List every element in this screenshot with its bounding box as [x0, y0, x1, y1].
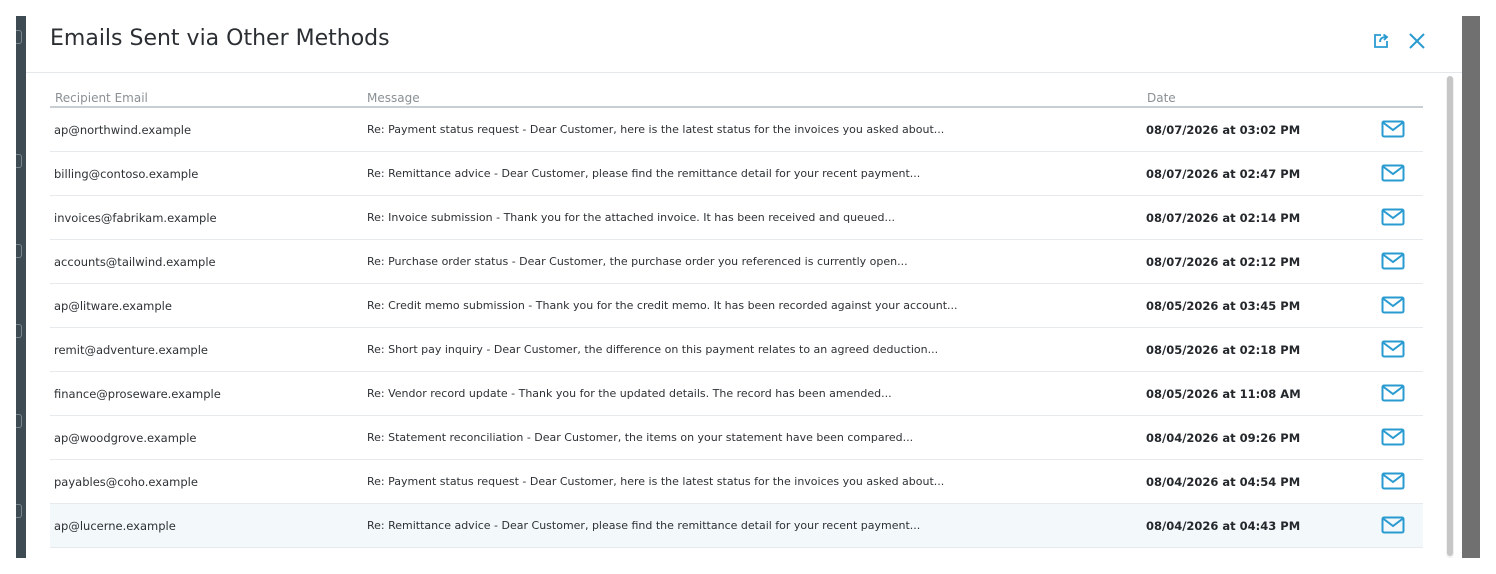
mail-icon [1381, 164, 1405, 182]
table-row[interactable]: remit@adventure.example Re: Short pay inq… [50, 328, 1423, 372]
date-cell: 08/07/2026 at 02:14 PM [1146, 211, 1301, 225]
message-cell: Re: Credit memo submission - Thank you f… [367, 299, 958, 312]
recipient-email-cell: ap@northwind.example [54, 123, 192, 137]
recipient-email-cell: finance@proseware.example [54, 387, 221, 401]
mail-icon [1381, 340, 1405, 358]
close-button[interactable] [1406, 30, 1428, 52]
date-cell: 08/05/2026 at 03:45 PM [1146, 299, 1301, 313]
message-cell: Re: Statement reconciliation - Dear Cust… [367, 431, 914, 444]
date-cell: 08/07/2026 at 02:47 PM [1146, 167, 1301, 181]
recipient-email-cell: ap@lucerne.example [54, 519, 176, 533]
background-icon [16, 30, 22, 44]
recipient-email-cell: billing@contoso.example [54, 167, 199, 181]
date-cell: 08/07/2026 at 03:02 PM [1146, 123, 1301, 137]
message-cell: Re: Vendor record update - Thank you for… [367, 387, 892, 400]
view-email-button[interactable] [1380, 338, 1406, 360]
export-icon [1374, 33, 1389, 48]
modal-header: Emails Sent via Other Methods [26, 16, 1462, 73]
message-cell: Re: Payment status request - Dear Custom… [367, 475, 945, 488]
recipient-email-cell: ap@woodgrove.example [54, 431, 197, 445]
message-cell: Re: Invoice submission - Thank you for t… [367, 211, 896, 224]
table-row[interactable]: ap@northwind.example Re: Payment status r… [50, 108, 1423, 152]
mail-icon [1381, 252, 1405, 270]
mail-icon [1381, 384, 1405, 402]
recipient-email-cell: remit@adventure.example [54, 343, 208, 357]
date-cell: 08/04/2026 at 04:43 PM [1146, 519, 1301, 533]
background-icon [16, 414, 22, 428]
view-email-button[interactable] [1380, 470, 1406, 492]
message-cell: Re: Payment status request - Dear Custom… [367, 123, 945, 136]
background-overlay [1462, 16, 1480, 558]
mail-icon [1381, 296, 1405, 314]
mail-icon [1381, 208, 1405, 226]
recipient-email-cell: invoices@fabrikam.example [54, 211, 217, 225]
export-button[interactable] [1370, 30, 1392, 52]
view-email-button[interactable] [1380, 118, 1406, 140]
emails-sent-modal: Emails Sent via Other Methods Recipient … [26, 16, 1462, 558]
column-header-message: Message [367, 91, 420, 105]
recipient-email-cell: ap@litware.example [54, 299, 172, 313]
table-body: ap@northwind.example Re: Payment status r… [50, 108, 1423, 548]
message-cell: Re: Remittance advice - Dear Customer, p… [367, 519, 921, 532]
date-cell: 08/04/2026 at 04:54 PM [1146, 475, 1301, 489]
view-email-button[interactable] [1380, 382, 1406, 404]
vertical-scrollbar[interactable] [1446, 76, 1454, 558]
mail-icon [1381, 120, 1405, 138]
date-cell: 08/05/2026 at 11:08 AM [1146, 387, 1301, 401]
mail-icon [1381, 516, 1405, 534]
table-row[interactable]: finance@proseware.example Re: Vendor reco… [50, 372, 1423, 416]
background-icon [16, 324, 22, 338]
background-icon [16, 154, 22, 168]
recipient-email-cell: payables@coho.example [54, 475, 198, 489]
column-header-date: Date [1147, 91, 1176, 105]
table-row[interactable]: ap@litware.example Re: Credit memo submis… [50, 284, 1423, 328]
view-email-button[interactable] [1380, 162, 1406, 184]
table-row[interactable]: ap@woodgrove.example Re: Statement reconc… [50, 416, 1423, 460]
view-email-button[interactable] [1380, 250, 1406, 272]
date-cell: 08/07/2026 at 02:12 PM [1146, 255, 1301, 269]
view-email-button[interactable] [1380, 294, 1406, 316]
scrollbar-thumb[interactable] [1447, 76, 1453, 556]
mail-icon [1381, 428, 1405, 446]
mail-icon [1381, 472, 1405, 490]
background-app-sidebar [16, 16, 26, 558]
message-cell: Re: Short pay inquiry - Dear Customer, t… [367, 343, 939, 356]
modal-title: Emails Sent via Other Methods [50, 26, 390, 51]
view-email-button[interactable] [1380, 206, 1406, 228]
table-row[interactable]: payables@coho.example Re: Payment status … [50, 460, 1423, 504]
column-header-recipient-email: Recipient Email [55, 91, 148, 105]
table-header: Recipient Email Message Date [50, 88, 1423, 108]
close-icon [1409, 33, 1425, 49]
recipient-email-cell: accounts@tailwind.example [54, 255, 216, 269]
table-row[interactable]: ap@lucerne.example Re: Remittance advice … [50, 504, 1423, 548]
emails-table: Recipient Email Message Date ap@northwin… [50, 88, 1423, 548]
message-cell: Re: Purchase order status - Dear Custome… [367, 255, 908, 268]
table-row[interactable]: accounts@tailwind.example Re: Purchase or… [50, 240, 1423, 284]
view-email-button[interactable] [1380, 426, 1406, 448]
background-icon [16, 244, 22, 258]
view-email-button[interactable] [1380, 514, 1406, 536]
date-cell: 08/04/2026 at 09:26 PM [1146, 431, 1301, 445]
message-cell: Re: Remittance advice - Dear Customer, p… [367, 167, 921, 180]
table-row[interactable]: billing@contoso.example Re: Remittance ad… [50, 152, 1423, 196]
table-row[interactable]: invoices@fabrikam.example Re: Invoice sub… [50, 196, 1423, 240]
background-icon [16, 504, 22, 518]
date-cell: 08/05/2026 at 02:18 PM [1146, 343, 1301, 357]
